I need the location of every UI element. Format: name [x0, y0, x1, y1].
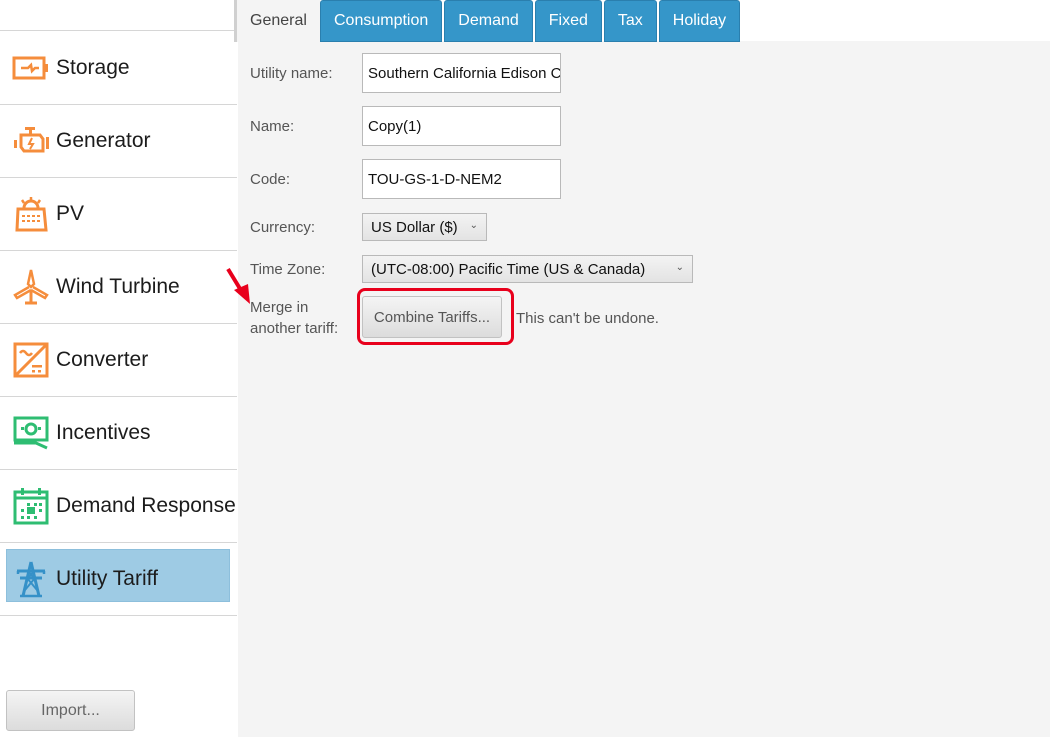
calendar-icon — [12, 487, 50, 525]
code-field[interactable]: TOU-GS-1-D-NEM2 — [362, 159, 561, 199]
sidebar-item-demand-response[interactable]: Demand Response — [0, 470, 237, 543]
timezone-value: (UTC-08:00) Pacific Time (US & Canada) — [371, 260, 646, 278]
currency-label: Currency: — [250, 219, 316, 236]
sidebar-item-label: Utility Tariff — [56, 567, 158, 590]
sidebar-item-generator[interactable]: Generator — [0, 105, 237, 178]
sidebar-item-storage[interactable]: Storage — [0, 32, 237, 105]
import-button[interactable]: Import... — [6, 690, 135, 731]
battery-icon — [12, 49, 50, 87]
combine-tariffs-button[interactable]: Combine Tariffs... — [362, 296, 502, 338]
main-panel — [238, 41, 1050, 737]
power-tower-icon — [12, 560, 50, 598]
timezone-label: Time Zone: — [250, 261, 326, 278]
tab-holiday[interactable]: Holiday — [658, 0, 741, 42]
sidebar-item-converter[interactable]: Converter — [0, 324, 237, 397]
merge-label-line2: another tariff: — [250, 320, 339, 337]
sidebar: Storage Generator PV Wind Turbine Conver — [0, 0, 237, 737]
tab-general[interactable]: General — [236, 0, 320, 42]
annotation-arrow-icon — [226, 267, 250, 304]
utility-name-label: Utility name: — [250, 65, 333, 82]
sidebar-item-label: PV — [56, 202, 85, 225]
merge-label-line1: Merge in — [250, 299, 309, 316]
sidebar-item-label: Incentives — [56, 421, 151, 444]
tab-fixed[interactable]: Fixed — [534, 0, 602, 42]
engine-icon — [12, 122, 50, 160]
sidebar-item-label: Demand Response — [56, 494, 236, 517]
sidebar-item-wind-turbine[interactable]: Wind Turbine — [0, 251, 237, 324]
name-field[interactable]: Copy(1) — [362, 106, 561, 146]
sidebar-header — [0, 0, 237, 31]
code-label: Code: — [250, 171, 291, 188]
chevron-down-icon: ⌄ — [469, 220, 478, 231]
chevron-down-icon: ⌄ — [675, 262, 684, 273]
tab-bar: General Consumption Demand Fixed Tax Hol… — [236, 0, 742, 42]
sidebar-item-label: Generator — [56, 129, 151, 152]
timezone-select[interactable]: (UTC-08:00) Pacific Time (US & Canada) ⌄ — [362, 255, 693, 283]
sidebar-item-pv[interactable]: PV — [0, 178, 237, 251]
sidebar-item-label: Storage — [56, 56, 130, 79]
sidebar-item-incentives[interactable]: Incentives — [0, 397, 237, 470]
converter-icon — [12, 341, 50, 379]
money-icon — [12, 414, 50, 452]
sidebar-item-label: Converter — [56, 348, 149, 371]
solar-panel-icon — [12, 195, 50, 233]
tab-demand[interactable]: Demand — [444, 0, 533, 42]
tab-tax[interactable]: Tax — [603, 0, 657, 42]
currency-value: US Dollar ($) — [371, 218, 458, 236]
wind-turbine-icon — [12, 268, 50, 306]
sidebar-item-utility-tariff[interactable]: Utility Tariff — [0, 543, 237, 616]
utility-name-field[interactable]: Southern California Edison C — [362, 53, 561, 93]
undo-warning: This can't be undone. — [516, 310, 659, 327]
app-window: Storage Generator PV Wind Turbine Conver — [0, 0, 1050, 737]
name-label: Name: — [250, 118, 295, 135]
tab-consumption[interactable]: Consumption — [320, 0, 443, 42]
currency-select[interactable]: US Dollar ($) ⌄ — [362, 213, 487, 241]
sidebar-item-label: Wind Turbine — [56, 275, 180, 298]
